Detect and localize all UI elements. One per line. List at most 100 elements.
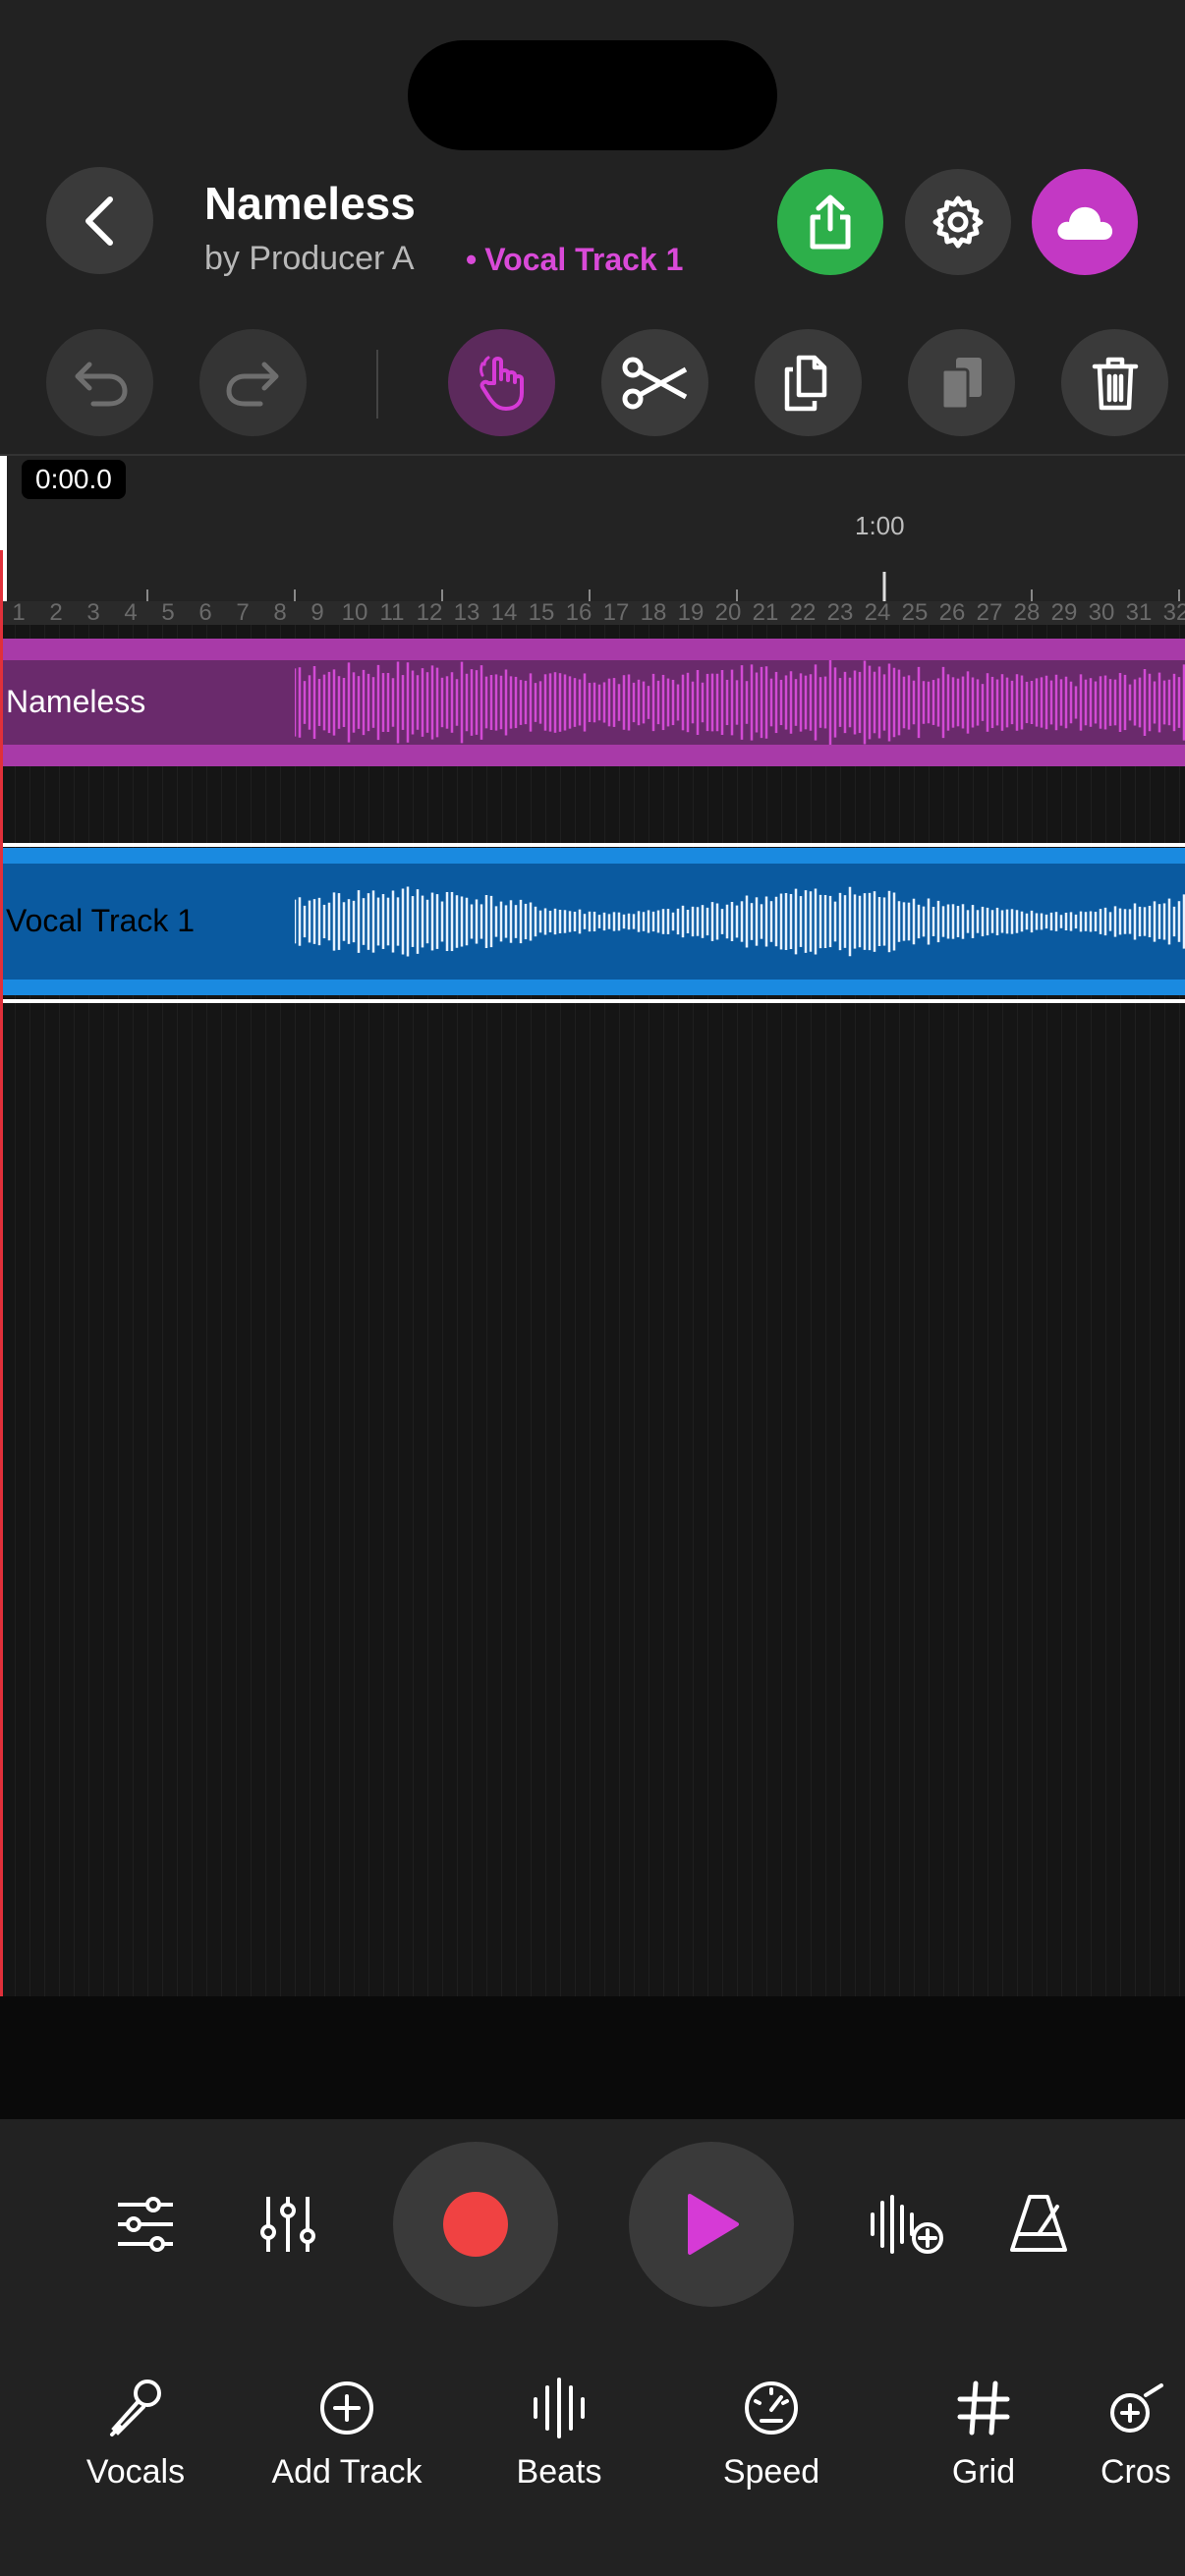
nav-label: Speed [722, 2453, 820, 2491]
waveform [295, 886, 1185, 957]
bar-number: 15 [528, 601, 555, 625]
project-author: by Producer A [204, 240, 415, 277]
waveform-icon [534, 2378, 585, 2438]
gear-icon [932, 196, 984, 249]
hand-pointer-icon [479, 356, 524, 411]
nav-add-track[interactable]: Add Track [258, 2378, 435, 2492]
nav-grid[interactable]: Grid [895, 2378, 1072, 2492]
active-track-label: • Vocal Track 1 [466, 242, 683, 278]
bar-number: 9 [310, 601, 324, 625]
bar-number: 28 [1013, 601, 1041, 625]
bar-number: 27 [976, 601, 1003, 625]
bar-number: 17 [602, 601, 630, 625]
bar-number: 2 [49, 601, 63, 625]
copy-button[interactable] [755, 329, 862, 436]
bar-number: 7 [236, 601, 250, 625]
track-label: Nameless [6, 684, 146, 719]
track-clip-nameless[interactable]: Nameless [0, 639, 1185, 766]
clip-footer-band [0, 745, 1185, 766]
bar-number: 30 [1088, 601, 1115, 625]
play-icon [688, 2194, 739, 2255]
bar-number: 3 [86, 601, 100, 625]
bar-number: 20 [714, 601, 742, 625]
redo-button[interactable] [199, 329, 307, 436]
record-icon [443, 2192, 508, 2257]
active-track-name: Vocal Track 1 [484, 242, 684, 277]
bar-number: 10 [341, 601, 368, 625]
bar-number: 16 [565, 601, 592, 625]
bar-number: 6 [198, 601, 212, 625]
track-label: Vocal Track 1 [6, 903, 196, 938]
clip-header-band [0, 639, 1185, 660]
crossfade-icon [1110, 2383, 1163, 2433]
track-divider [0, 843, 1185, 847]
current-time: 0:00.0 [22, 460, 126, 499]
nav-beats[interactable]: Beats [471, 2378, 648, 2492]
minute-marker: 1:00 [855, 511, 905, 540]
share-icon [810, 195, 851, 250]
bar-number: 5 [161, 601, 175, 625]
playhead-line[interactable] [0, 550, 3, 1996]
hash-icon [957, 2380, 1010, 2436]
bar-number: 32 [1162, 601, 1185, 625]
back-button[interactable] [46, 167, 153, 274]
cloud-icon [1057, 206, 1113, 240]
redo-icon [226, 362, 278, 406]
nav-vocals[interactable]: Vocals [47, 2378, 224, 2492]
time-ruler[interactable]: 0:00.0 1:00 [0, 454, 1185, 603]
paste-button[interactable] [908, 329, 1015, 436]
add-audio-icon[interactable] [869, 2193, 947, 2256]
gauge-icon [745, 2381, 798, 2435]
nav-label: Cros [1100, 2453, 1171, 2491]
clip-footer-band [0, 980, 1185, 995]
settings-button[interactable] [905, 169, 1011, 275]
microphone-icon [110, 2380, 161, 2436]
play-button[interactable] [629, 2142, 794, 2307]
project-title: Nameless [204, 178, 416, 229]
bar-number: 22 [789, 601, 817, 625]
select-tool-button[interactable] [448, 329, 555, 436]
transport-bar [0, 2119, 1185, 2576]
metronome-icon[interactable] [1006, 2193, 1071, 2254]
nav-label: Vocals [85, 2453, 186, 2491]
bar-number: 23 [826, 601, 854, 625]
record-button[interactable] [393, 2142, 558, 2307]
bar-number: 21 [752, 601, 779, 625]
nav-label: Add Track [271, 2453, 423, 2491]
bar-number: 31 [1125, 601, 1153, 625]
cloud-sync-button[interactable] [1032, 169, 1138, 275]
bar-number: 14 [490, 601, 518, 625]
bar-number: 1 [12, 601, 26, 625]
share-button[interactable] [777, 169, 883, 275]
bar-number: 8 [273, 601, 287, 625]
toolbar-divider [376, 350, 378, 419]
undo-button[interactable] [46, 329, 153, 436]
bar-number: 25 [901, 601, 929, 625]
clip-header-band [0, 848, 1185, 864]
waveform [295, 659, 1185, 746]
duplicate-icon [940, 357, 982, 410]
grid-lines [0, 625, 1185, 1996]
nav-crossfade[interactable]: Cros [1097, 2378, 1185, 2492]
bar-number: 12 [416, 601, 443, 625]
ruler-ticks [146, 572, 1180, 603]
bar-number: 26 [938, 601, 966, 625]
bar-number: 19 [677, 601, 705, 625]
timeline[interactable]: 0:00.0 1:00 1 2 3 4 5 6 7 8 9 10 11 12 13 14 15 16 17 18 1… [0, 454, 1185, 1996]
bar-numbers: 1 2 3 4 5 6 7 8 9 10 11 12 13 14 15 16 17 18 19 20 21 22 23 24 2… [0, 601, 1185, 625]
bar-number: 24 [864, 601, 891, 625]
scissors-icon [622, 357, 687, 409]
undo-icon [75, 362, 127, 406]
nav-label: Grid [951, 2453, 1016, 2491]
plus-circle-icon [320, 2381, 373, 2435]
chevron-left-icon [85, 196, 113, 246]
cut-button[interactable] [601, 329, 708, 436]
mixer-icon[interactable] [258, 2193, 317, 2256]
sliders-icon[interactable] [114, 2197, 177, 2252]
delete-button[interactable] [1061, 329, 1168, 436]
nav-speed[interactable]: Speed [683, 2378, 860, 2492]
bar-number: 29 [1050, 601, 1078, 625]
track-clip-vocal-track-1[interactable]: Vocal Track 1 [0, 848, 1185, 995]
bar-number: 4 [124, 601, 138, 625]
dynamic-island [408, 40, 777, 150]
